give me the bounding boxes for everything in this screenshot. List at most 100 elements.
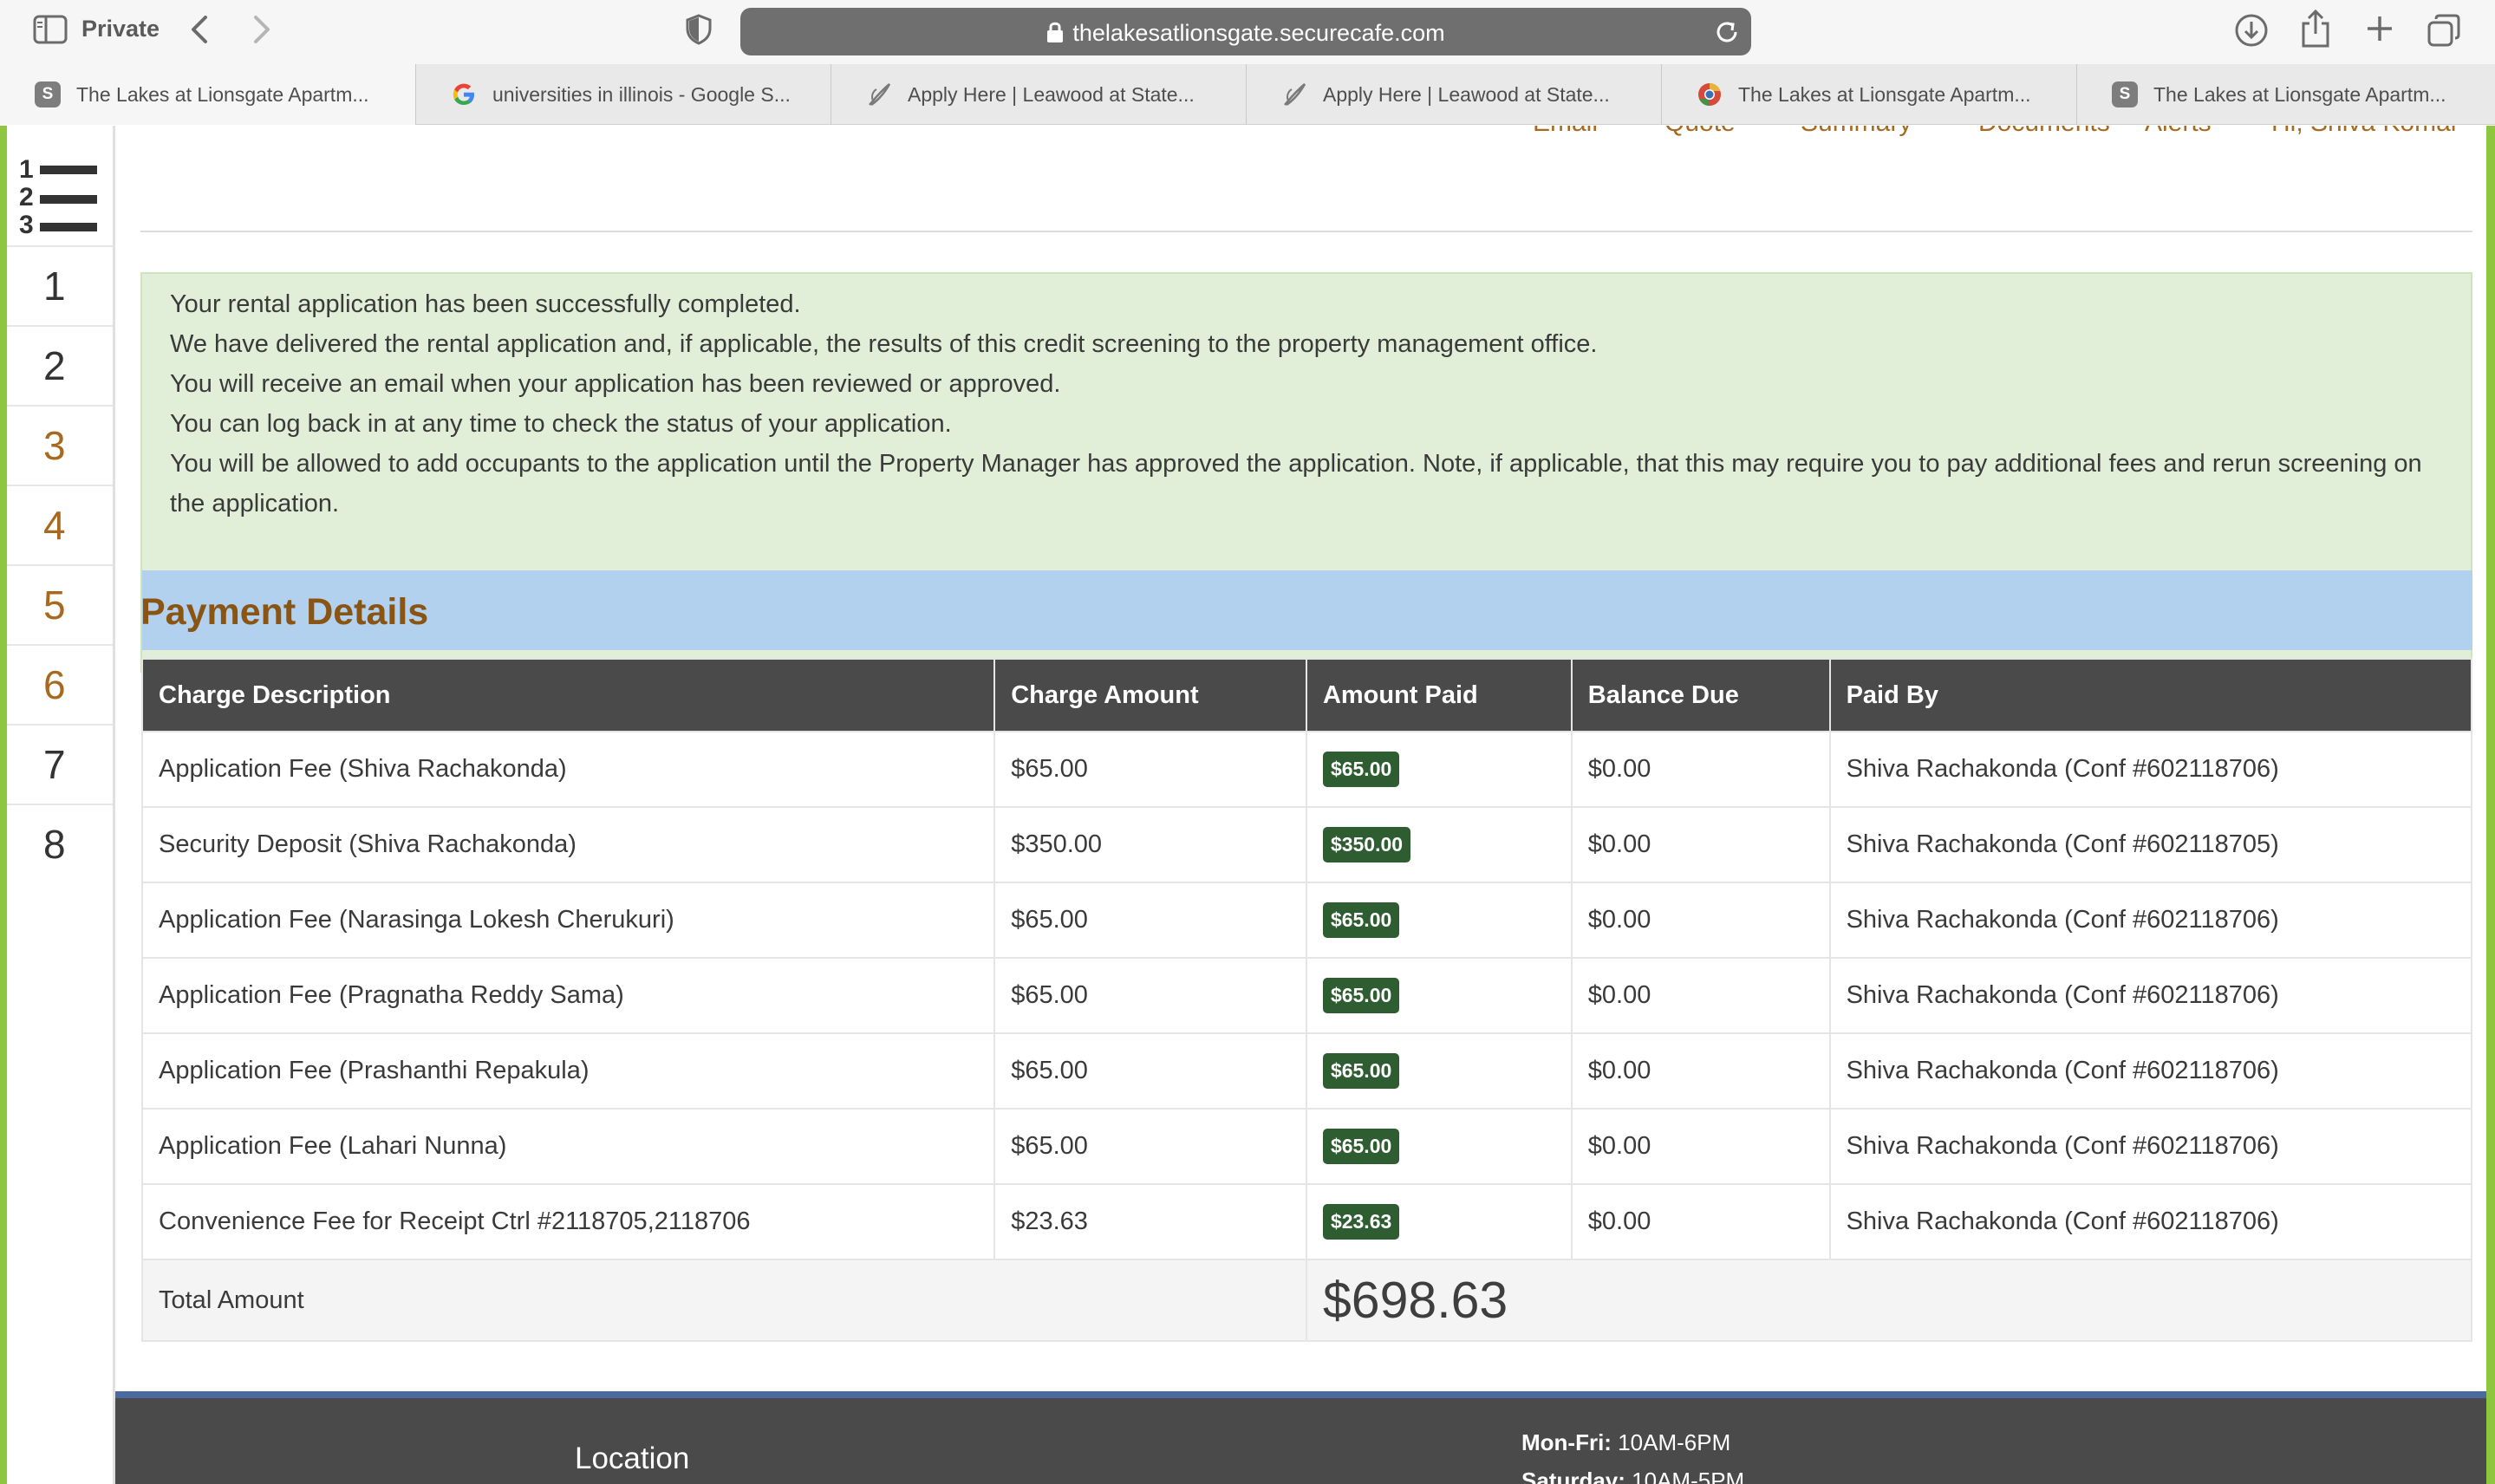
leaf-icon <box>1281 81 1307 107</box>
total-cell: $698.63 <box>1305 1259 2473 1342</box>
tab-title: The Lakes at Lionsgate Apartm... <box>2153 82 2446 106</box>
step-7[interactable]: 7 <box>7 724 113 804</box>
download-icon[interactable] <box>2233 12 2270 49</box>
s-icon: S <box>35 81 61 107</box>
total-amount: $698.63 <box>1322 1272 1508 1329</box>
paid-by: Shiva Rachakonda (Conf #602118706) <box>1828 731 2473 808</box>
balance-due: $0.00 <box>1570 957 1831 1034</box>
hours-time: 10AM-5PM <box>1632 1468 1745 1484</box>
tab-title: Apply Here | Leawood at State... <box>908 82 1195 106</box>
share-icon[interactable] <box>2297 9 2334 49</box>
paid-badge: $350.00 <box>1322 827 1411 862</box>
charge-amount: $65.00 <box>993 731 1307 808</box>
success-alert: Your rental application has been success… <box>140 272 2472 673</box>
paid-by: Shiva Rachakonda (Conf #602118706) <box>1828 1108 2473 1185</box>
google-icon <box>451 81 477 107</box>
svg-text:2: 2 <box>19 183 34 212</box>
table-row: Convenience Fee for Receipt Ctrl #211870… <box>140 1183 2473 1260</box>
charge-amount: $65.00 <box>993 1032 1307 1110</box>
leaf-icon <box>866 81 892 107</box>
frame-edge-right <box>2486 126 2495 1484</box>
forward-arrow-icon[interactable] <box>244 12 279 47</box>
paid-badge: $65.00 <box>1322 1129 1400 1164</box>
tab-leawood-apply-1[interactable]: Apply Here | Leawood at State... <box>831 64 1246 125</box>
tab-leawood-apply-2[interactable]: Apply Here | Leawood at State... <box>1246 64 1661 125</box>
step-5[interactable]: 5 <box>7 564 113 644</box>
svg-text:1: 1 <box>19 155 34 184</box>
step-2[interactable]: 2 <box>7 325 113 405</box>
charge-description: Application Fee (Prashanthi Repakula) <box>140 1032 996 1110</box>
balance-due: $0.00 <box>1570 1032 1831 1110</box>
step-navigation: 1 2 3 1 2 3 4 5 6 7 8 <box>7 126 115 1484</box>
reload-icon[interactable] <box>1713 18 1741 46</box>
charge-description: Application Fee (Shiva Rachakonda) <box>140 731 996 808</box>
hours-days: Mon-Fri: <box>1521 1429 1612 1455</box>
tab-lakes-lionsgate-3[interactable]: S The Lakes at Lionsgate Apartm... <box>2076 64 2492 125</box>
balance-due: $0.00 <box>1570 731 1831 808</box>
greeting-link[interactable]: Hi, Shiva Komal <box>2271 126 2456 138</box>
alerts-link[interactable]: Alerts <box>2145 126 2212 138</box>
documents-link[interactable]: Documents <box>1978 126 2110 138</box>
numbered-list-icon[interactable]: 1 2 3 <box>16 148 102 239</box>
table-row: Application Fee (Narasinga Lokesh Cheruk… <box>140 882 2473 959</box>
charge-amount: $65.00 <box>993 882 1307 959</box>
column-header: Charge Description <box>140 658 996 732</box>
tab-lakes-lionsgate-2[interactable]: The Lakes at Lionsgate Apartm... <box>1661 64 2076 125</box>
charge-amount: $65.00 <box>993 1108 1307 1185</box>
balance-due: $0.00 <box>1570 882 1831 959</box>
charge-description: Application Fee (Pragnatha Reddy Sama) <box>140 957 996 1034</box>
quote-link[interactable]: Quote <box>1664 126 1736 138</box>
charge-description: Security Deposit (Shiva Rachakonda) <box>140 806 996 883</box>
table-header-row: Charge Description Charge Amount Amount … <box>140 658 2473 732</box>
step-3[interactable]: 3 <box>7 405 113 485</box>
step-6[interactable]: 6 <box>7 644 113 724</box>
tab-title: Apply Here | Leawood at State... <box>1323 82 1610 106</box>
new-tab-icon[interactable] <box>2361 10 2398 47</box>
column-header: Amount Paid <box>1305 658 1573 732</box>
tab-google-search[interactable]: universities in illinois - Google S... <box>415 64 831 125</box>
success-message-line: Your rental application has been success… <box>170 290 801 318</box>
amount-paid-cell: $65.00 <box>1305 882 1573 959</box>
charge-description: Application Fee (Lahari Nunna) <box>140 1108 996 1185</box>
frame-edge-left <box>0 126 7 1484</box>
tab-lakes-lionsgate-1[interactable]: S The Lakes at Lionsgate Apartm... <box>0 64 415 125</box>
table-row: Application Fee (Prashanthi Repakula) $6… <box>140 1032 2473 1110</box>
page-content: 1 2 3 1 2 3 4 5 6 7 8 Email Quote Summar… <box>0 126 2495 1484</box>
delivery-message-line: We have delivered the rental application… <box>170 330 1598 358</box>
hours-days: Saturday: <box>1521 1468 1625 1484</box>
account-links: Email Quote Summary Documents Alerts Hi,… <box>1491 126 2456 143</box>
step-4[interactable]: 4 <box>7 485 113 564</box>
step-8[interactable]: 8 <box>7 804 113 883</box>
amount-paid-cell: $350.00 <box>1305 806 1573 883</box>
address-bar[interactable]: thelakesatlionsgate.securecafe.com <box>740 8 1751 55</box>
url-text: thelakesatlionsgate.securecafe.com <box>1072 20 1445 46</box>
privacy-shield-icon[interactable] <box>681 12 716 47</box>
occupants-notice-line: You will be allowed to add occupants to … <box>170 450 2422 478</box>
tab-title: The Lakes at Lionsgate Apartm... <box>76 82 369 106</box>
back-arrow-icon[interactable] <box>182 12 217 47</box>
tab-overview-icon[interactable] <box>2426 12 2462 49</box>
balance-due: $0.00 <box>1570 1183 1831 1260</box>
balance-due: $0.00 <box>1570 806 1831 883</box>
paid-by: Shiva Rachakonda (Conf #602118706) <box>1828 1183 2473 1260</box>
charge-amount: $350.00 <box>993 806 1307 883</box>
footer-location-heading: Location <box>575 1442 690 1475</box>
payment-table: Charge Description Charge Amount Amount … <box>140 658 2473 1342</box>
amount-paid-cell: $23.63 <box>1305 1183 1573 1260</box>
office-hours-saturday: Saturday: 10AM-5PM <box>1521 1468 1744 1484</box>
table-row: Application Fee (Shiva Rachakonda) $65.0… <box>140 731 2473 808</box>
summary-link[interactable]: Summary <box>1801 126 1912 138</box>
paid-badge: $23.63 <box>1322 1204 1400 1240</box>
sidebar-toggle-icon[interactable] <box>33 14 68 45</box>
office-hours-weekday: Mon-Fri: 10AM-6PM <box>1521 1429 1730 1456</box>
step-1[interactable]: 1 <box>7 245 113 325</box>
table-row: Security Deposit (Shiva Rachakonda) $350… <box>140 806 2473 883</box>
text-selection-highlight <box>142 570 2472 650</box>
login-notice-line: You can log back in at any time to check… <box>170 410 952 438</box>
s-icon: S <box>2112 81 2138 107</box>
amount-paid-cell: $65.00 <box>1305 957 1573 1034</box>
tab-bar: S The Lakes at Lionsgate Apartm... unive… <box>0 64 2495 125</box>
browser-toolbar: Private thelakesatlionsgate.securecafe.c… <box>0 0 2495 64</box>
email-link[interactable]: Email <box>1533 126 1598 138</box>
column-header: Charge Amount <box>993 658 1307 732</box>
